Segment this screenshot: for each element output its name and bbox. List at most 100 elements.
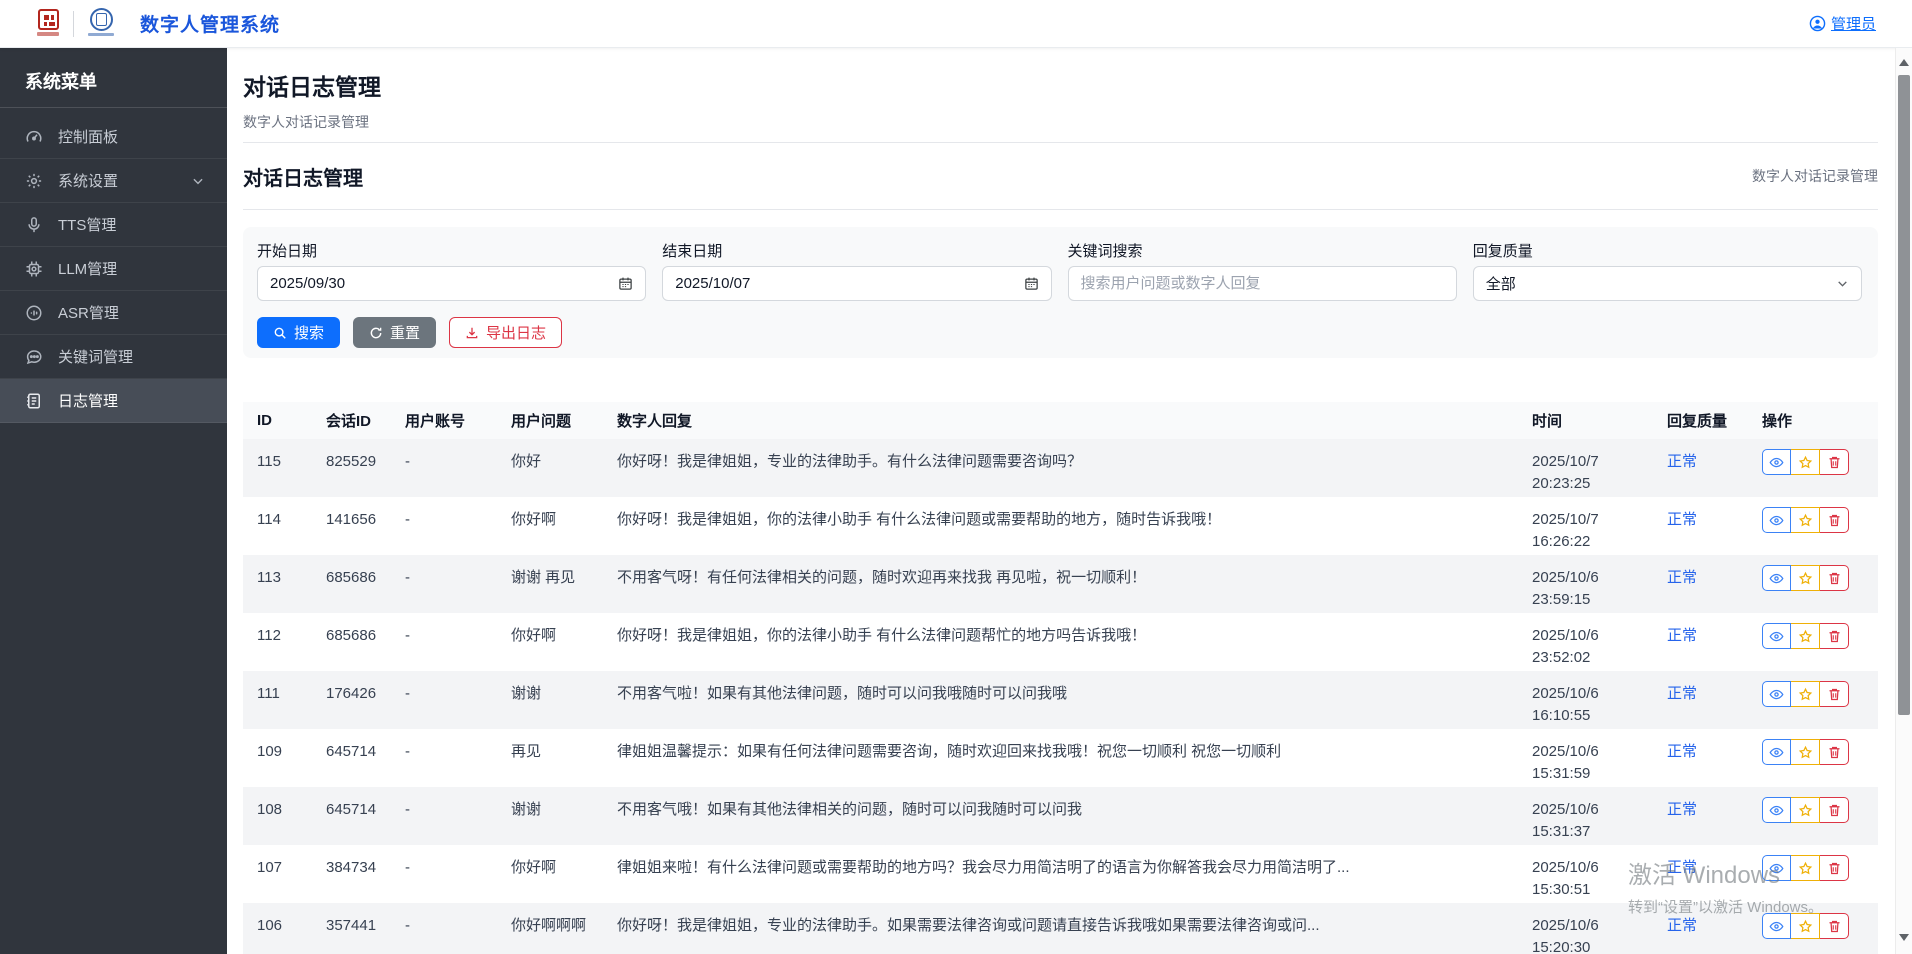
delete-button[interactable]	[1820, 565, 1849, 591]
trash-icon	[1827, 687, 1842, 702]
calendar-icon[interactable]	[618, 276, 633, 291]
column-header-actions: 操作	[1762, 410, 1878, 431]
scroll-down-arrow[interactable]	[1896, 929, 1912, 946]
reset-button[interactable]: 重置	[353, 317, 436, 348]
favorite-button[interactable]	[1791, 681, 1820, 707]
sidebar-item-asr[interactable]: ASR管理	[0, 291, 227, 335]
favorite-button[interactable]	[1791, 797, 1820, 823]
delete-button[interactable]	[1820, 797, 1849, 823]
sidebar-item-system-settings[interactable]: 系统设置	[0, 159, 227, 203]
cell-time: 2025/10/7 20:23:25	[1532, 439, 1667, 495]
keyword-search-field[interactable]	[1068, 266, 1457, 301]
delete-button[interactable]	[1820, 739, 1849, 765]
table-row: 107 384734 - 你好啊 律姐姐来啦！有什么法律问题或需要帮助的地方吗？…	[243, 845, 1878, 903]
start-date-input[interactable]	[257, 266, 646, 301]
quality-tag[interactable]: 正常	[1667, 917, 1697, 934]
cell-user-question: 谢谢	[511, 787, 617, 820]
keyword-search-input[interactable]	[1081, 275, 1444, 292]
favorite-button[interactable]	[1791, 913, 1820, 939]
sidebar-item-label: 系统设置	[58, 170, 118, 191]
quality-tag[interactable]: 正常	[1667, 685, 1697, 702]
view-button[interactable]	[1762, 507, 1791, 533]
start-date-value[interactable]	[270, 275, 610, 292]
delete-button[interactable]	[1820, 913, 1849, 939]
admin-user-link[interactable]: 管理员	[1809, 13, 1876, 34]
export-logs-button[interactable]: 导出日志	[449, 317, 562, 348]
trash-icon	[1827, 513, 1842, 528]
quality-tag[interactable]: 正常	[1667, 453, 1697, 470]
cell-quality: 正常	[1667, 555, 1762, 588]
quality-tag[interactable]: 正常	[1667, 569, 1697, 586]
cell-user-question: 你好	[511, 439, 617, 472]
cell-reply: 你好呀！我是律姐姐，你的法律小助手 有什么法律问题或需要帮助的地方，随时告诉我哦…	[617, 497, 1532, 530]
quality-tag[interactable]: 正常	[1667, 859, 1697, 876]
delete-button[interactable]	[1820, 681, 1849, 707]
view-button[interactable]	[1762, 913, 1791, 939]
favorite-button[interactable]	[1791, 565, 1820, 591]
cell-user-account: -	[405, 729, 511, 762]
sidebar-item-logs[interactable]: 日志管理	[0, 379, 227, 423]
scroll-up-arrow[interactable]	[1896, 54, 1912, 71]
column-header-question: 用户问题	[511, 410, 617, 431]
cell-quality: 正常	[1667, 497, 1762, 530]
cell-user-account: -	[405, 497, 511, 530]
favorite-button[interactable]	[1791, 739, 1820, 765]
delete-button[interactable]	[1820, 855, 1849, 881]
sidebar-item-llm[interactable]: LLM管理	[0, 247, 227, 291]
section-header: 对话日志管理 数字人对话记录管理	[243, 143, 1878, 210]
delete-button[interactable]	[1820, 623, 1849, 649]
trash-icon	[1827, 803, 1842, 818]
eye-icon	[1769, 861, 1784, 876]
sidebar-item-tts[interactable]: TTS管理	[0, 203, 227, 247]
delete-button[interactable]	[1820, 449, 1849, 475]
quality-select[interactable]: 全部	[1473, 266, 1862, 301]
cell-quality: 正常	[1667, 787, 1762, 820]
view-button[interactable]	[1762, 449, 1791, 475]
view-button[interactable]	[1762, 565, 1791, 591]
search-button[interactable]: 搜索	[257, 317, 340, 348]
quality-filter-label: 回复质量	[1473, 240, 1862, 258]
delete-button[interactable]	[1820, 507, 1849, 533]
time-clock: 23:59:15	[1532, 589, 1657, 611]
cell-actions	[1762, 845, 1878, 882]
view-button[interactable]	[1762, 797, 1791, 823]
page-title: 对话日志管理	[243, 68, 1878, 102]
sidebar-item-dashboard[interactable]: 控制面板	[0, 115, 227, 159]
favorite-button[interactable]	[1791, 855, 1820, 881]
sidebar-item-keywords[interactable]: 关键词管理	[0, 335, 227, 379]
calendar-icon[interactable]	[1024, 276, 1039, 291]
cell-user-question: 谢谢	[511, 671, 617, 704]
quality-tag[interactable]: 正常	[1667, 743, 1697, 760]
view-button[interactable]	[1762, 623, 1791, 649]
trash-icon	[1827, 629, 1842, 644]
sidebar-item-label: ASR管理	[58, 302, 119, 323]
cell-reply: 律姐姐温馨提示：如果有任何法律问题需要咨询，随时欢迎回来找我哦！祝您一切顺利 祝…	[617, 729, 1532, 762]
journal-icon	[25, 392, 43, 410]
end-date-value[interactable]	[675, 275, 1015, 292]
cell-id: 112	[257, 613, 326, 646]
star-icon	[1798, 919, 1813, 934]
eye-icon	[1769, 629, 1784, 644]
cell-reply: 不用客气哦！如果有其他法律相关的问题，随时可以问我随时可以问我	[617, 787, 1532, 820]
table-row: 106 357441 - 你好啊啊啊 你好呀！我是律姐姐，专业的法律助手。如果需…	[243, 903, 1878, 954]
table-row: 113 685686 - 谢谢 再见 不用客气呀！有任何法律相关的问题，随时欢迎…	[243, 555, 1878, 613]
view-button[interactable]	[1762, 855, 1791, 881]
quality-tag[interactable]: 正常	[1667, 801, 1697, 818]
quality-tag[interactable]: 正常	[1667, 511, 1697, 528]
favorite-button[interactable]	[1791, 449, 1820, 475]
end-date-input[interactable]	[662, 266, 1051, 301]
favorite-button[interactable]	[1791, 623, 1820, 649]
cell-session-id: 384734	[326, 845, 405, 878]
quality-tag[interactable]: 正常	[1667, 627, 1697, 644]
start-date-label: 开始日期	[257, 240, 646, 258]
favorite-button[interactable]	[1791, 507, 1820, 533]
view-button[interactable]	[1762, 681, 1791, 707]
star-icon	[1798, 455, 1813, 470]
cell-user-question: 你好啊	[511, 497, 617, 530]
refresh-icon	[369, 326, 383, 340]
section-title: 对话日志管理	[243, 162, 363, 191]
view-button[interactable]	[1762, 739, 1791, 765]
cell-quality: 正常	[1667, 729, 1762, 762]
vertical-scrollbar[interactable]	[1895, 48, 1912, 954]
scrollbar-thumb[interactable]	[1898, 75, 1910, 715]
